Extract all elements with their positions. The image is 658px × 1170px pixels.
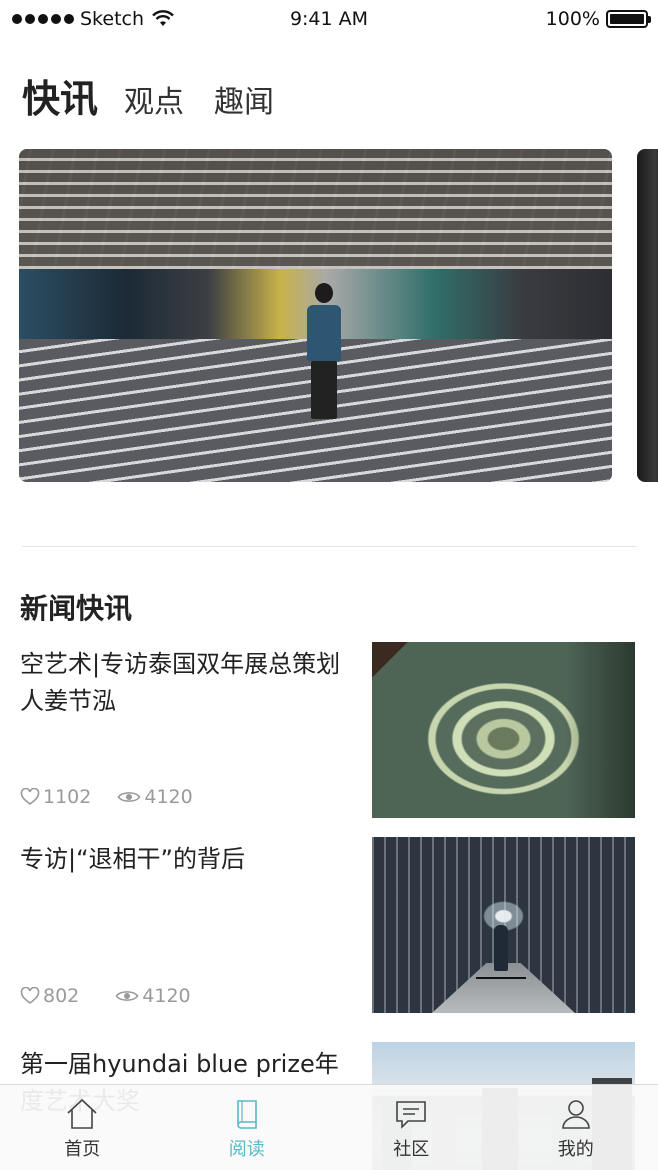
hero-person-figure	[307, 283, 341, 423]
heart-icon	[20, 987, 40, 1005]
news-meta: 802 4120	[20, 985, 191, 1007]
hero-banner-image[interactable]	[19, 149, 612, 482]
next-banner-peek[interactable]	[637, 149, 658, 482]
book-icon	[236, 1100, 257, 1129]
news-thumbnail	[372, 642, 635, 818]
eye-icon	[117, 792, 141, 802]
news-title: 专访|“退相干”的背后	[20, 845, 245, 873]
tab-quwen[interactable]: 趣闻	[214, 77, 274, 121]
chat-icon	[396, 1101, 427, 1129]
tab-mine-label: 我的	[557, 1139, 594, 1160]
bottom-tab-bar: 首页 阅读 社区 我的	[0, 1084, 658, 1170]
heart-icon	[20, 788, 40, 806]
view-count: 4120	[144, 786, 193, 808]
view-count: 4120	[142, 985, 191, 1007]
news-thumbnail	[372, 837, 635, 1013]
like-count: 1102	[43, 786, 92, 808]
eye-icon	[115, 991, 139, 1001]
home-icon	[67, 1098, 97, 1129]
user-icon	[561, 1100, 590, 1129]
tab-read-label: 阅读	[228, 1139, 265, 1160]
news-item[interactable]: 专访|“退相干”的背后 802 4120	[20, 837, 636, 1013]
news-item[interactable]: 空艺术|专访泰国双年展总策划人姜节泓 1102 4120	[20, 642, 636, 818]
tab-read[interactable]: 阅读	[165, 1085, 330, 1170]
tab-guandian[interactable]: 观点	[124, 77, 184, 121]
section-title: 新闻快讯	[20, 592, 133, 625]
tab-community[interactable]: 社区	[329, 1085, 494, 1170]
tab-mine[interactable]: 我的	[494, 1085, 658, 1170]
news-title: 空艺术|专访泰国双年展总策划人姜节泓	[20, 650, 341, 715]
section-divider	[22, 546, 637, 547]
news-meta: 1102 4120	[20, 786, 193, 808]
status-bar: Sketch 9:41 AM 100%	[0, 0, 658, 40]
like-count: 802	[43, 985, 80, 1007]
tab-home[interactable]: 首页	[0, 1085, 165, 1170]
tab-community-label: 社区	[393, 1139, 430, 1160]
tab-home-label: 首页	[64, 1139, 101, 1160]
tab-kuaixun[interactable]: 快讯	[22, 68, 98, 123]
hero-ceiling-shadows	[19, 149, 612, 269]
top-tab-bar: 快讯 观点 趣闻	[22, 68, 304, 123]
battery-percent: 100%	[545, 8, 600, 30]
battery-status: 100%	[545, 8, 651, 30]
battery-icon	[606, 10, 651, 28]
